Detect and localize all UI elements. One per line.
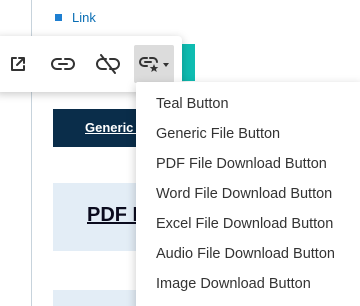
link-list-item[interactable]: Link: [55, 10, 96, 25]
link-style-icon: [139, 57, 169, 72]
link-button[interactable]: [45, 45, 81, 83]
menu-item-image-download-button[interactable]: Image Download Button: [136, 269, 360, 299]
link-style-dropdown-button[interactable]: [134, 45, 174, 83]
menu-item-teal-button[interactable]: Teal Button: [136, 89, 360, 119]
unlink-icon: [96, 54, 120, 74]
link-icon: [51, 58, 75, 70]
bullet-icon: [55, 14, 62, 21]
unlink-button[interactable]: [90, 45, 126, 83]
menu-item-word-file-download-button[interactable]: Word File Download Button: [136, 179, 360, 209]
menu-item-audio-file-download-button[interactable]: Audio File Download Button: [136, 239, 360, 269]
link-text[interactable]: Link: [72, 10, 96, 25]
menu-item-excel-file-download-button[interactable]: Excel File Download Button: [136, 209, 360, 239]
open-in-new-tab-icon: [11, 57, 25, 71]
menu-item-pdf-file-download-button[interactable]: PDF File Download Button: [136, 149, 360, 179]
link-style-menu: Teal Button Generic File Button PDF File…: [136, 82, 360, 306]
open-link-button[interactable]: [0, 45, 36, 83]
menu-item-generic-file-button[interactable]: Generic File Button: [136, 119, 360, 149]
